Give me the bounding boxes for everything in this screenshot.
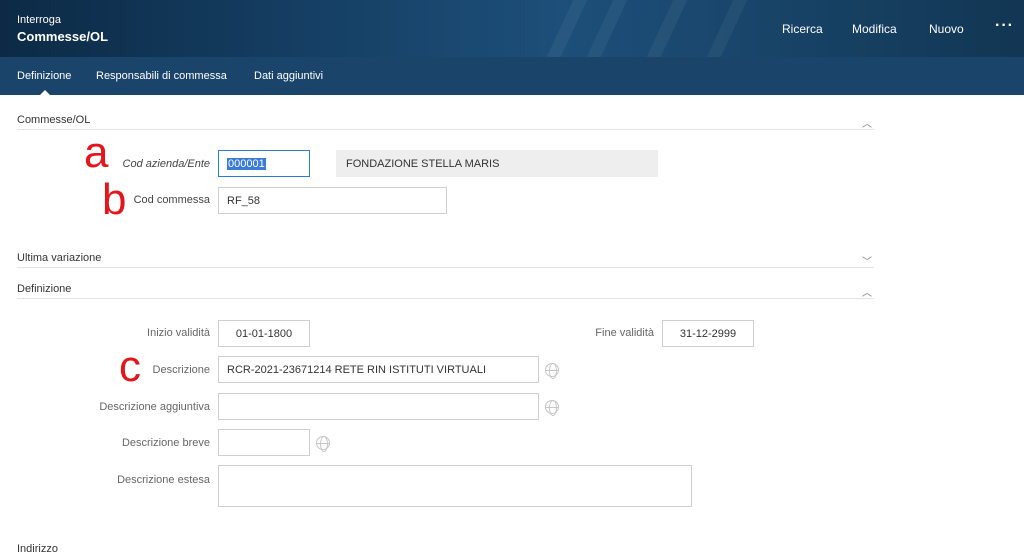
section-ultima-variazione[interactable]: Ultima variazione ﹀ xyxy=(17,252,874,268)
tab-definizione[interactable]: Definizione xyxy=(17,70,71,82)
inizio-validita-input[interactable]: 01-01-1800 xyxy=(218,320,310,347)
header-decoration xyxy=(546,0,588,57)
descrizione-breve-input[interactable] xyxy=(218,429,310,456)
globe-icon[interactable] xyxy=(545,363,559,379)
cod-commessa-input[interactable]: RF_58 xyxy=(218,187,447,214)
fine-validita-label: Fine validità xyxy=(595,327,654,339)
globe-icon[interactable] xyxy=(316,436,330,452)
more-options-icon[interactable]: ··· xyxy=(995,17,1014,35)
chevron-up-icon[interactable]: ︿ xyxy=(862,115,872,130)
tab-responsabili[interactable]: Responsabili di commessa xyxy=(96,70,227,82)
section-commesse[interactable]: Commesse/OL ︿ xyxy=(17,114,874,130)
active-tab-indicator xyxy=(40,90,50,95)
header-decoration xyxy=(586,0,628,57)
inizio-validita-label: Inizio validità xyxy=(147,327,210,339)
section-indirizzo-title[interactable]: Indirizzo xyxy=(17,543,58,555)
section-title: Commesse/OL xyxy=(17,114,91,126)
cod-commessa-label: Cod commessa xyxy=(133,194,210,206)
section-definizione[interactable]: Definizione ︿ xyxy=(17,283,874,299)
section-title: Definizione xyxy=(17,283,72,295)
cod-azienda-value: 000001 xyxy=(227,158,266,170)
descrizione-aggiuntiva-label: Descrizione aggiuntiva xyxy=(99,401,210,413)
tab-dati-aggiuntivi[interactable]: Dati aggiuntivi xyxy=(254,70,323,82)
cod-azienda-input[interactable]: 000001 xyxy=(218,150,310,177)
chevron-up-icon[interactable]: ︿ xyxy=(862,284,872,299)
section-title: Ultima variazione xyxy=(17,252,102,264)
header-decoration xyxy=(706,0,748,57)
app-header: Interroga Commesse/OL Ricerca Modifica N… xyxy=(0,0,1024,57)
descrizione-estesa-label: Descrizione estesa xyxy=(117,474,210,486)
descrizione-label: Descrizione xyxy=(152,364,210,376)
header-decoration xyxy=(646,0,688,57)
descrizione-aggiuntiva-input[interactable] xyxy=(218,393,539,420)
cod-azienda-label: Cod azienda/Ente xyxy=(122,158,210,170)
chevron-down-icon[interactable]: ﹀ xyxy=(862,253,872,268)
new-button[interactable]: Nuovo xyxy=(929,22,964,36)
descrizione-breve-label: Descrizione breve xyxy=(121,437,210,449)
descrizione-input[interactable]: RCR-2021-23671214 RETE RIN ISTITUTI VIRT… xyxy=(218,356,539,383)
edit-button[interactable]: Modifica xyxy=(852,22,897,36)
fine-validita-input[interactable]: 31-12-2999 xyxy=(662,320,754,347)
search-button[interactable]: Ricerca xyxy=(782,22,823,36)
page-title: Commesse/OL xyxy=(17,29,109,44)
descrizione-estesa-textarea[interactable] xyxy=(218,465,692,507)
tab-bar: Definizione Responsabili di commessa Dat… xyxy=(0,57,1024,95)
azienda-name-field: FONDAZIONE STELLA MARIS xyxy=(336,150,658,177)
header-subtitle: Interroga xyxy=(17,14,62,26)
globe-icon[interactable] xyxy=(545,400,559,416)
